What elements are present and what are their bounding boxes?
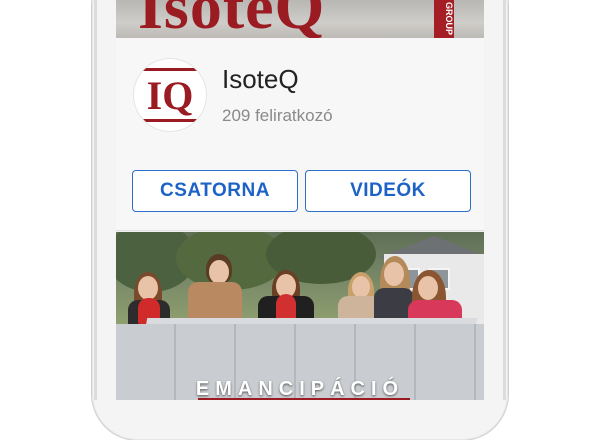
logo-top-bar	[142, 68, 198, 71]
channel-name[interactable]: IsoteQ	[222, 64, 299, 95]
channel-card: IQ IsoteQ 209 feliratkozó CSATORNA VIDEÓ…	[116, 38, 484, 231]
phone-screen: IsoteQ GROUP IQ IsoteQ 209 feliratkozó C…	[116, 0, 484, 400]
logo-text: IQ	[146, 73, 194, 118]
channel-avatar[interactable]: IQ	[134, 59, 206, 131]
channel-banner: IsoteQ GROUP	[116, 0, 484, 38]
banner-side-label: GROUP	[434, 0, 454, 38]
phone-edge-right	[503, 0, 506, 400]
videos-button[interactable]: VIDEÓK	[305, 170, 471, 212]
video-caption: EMANCIPÁCIÓ	[195, 378, 405, 400]
channel-button[interactable]: CSATORNA	[132, 170, 298, 212]
video-thumbnail[interactable]: EMANCIPÁCIÓ	[116, 232, 484, 400]
banner-title: IsoteQ	[138, 0, 326, 38]
logo-bottom-bar	[142, 119, 198, 122]
phone-edge-left	[94, 0, 97, 400]
subscriber-count: 209 feliratkozó	[222, 106, 333, 125]
